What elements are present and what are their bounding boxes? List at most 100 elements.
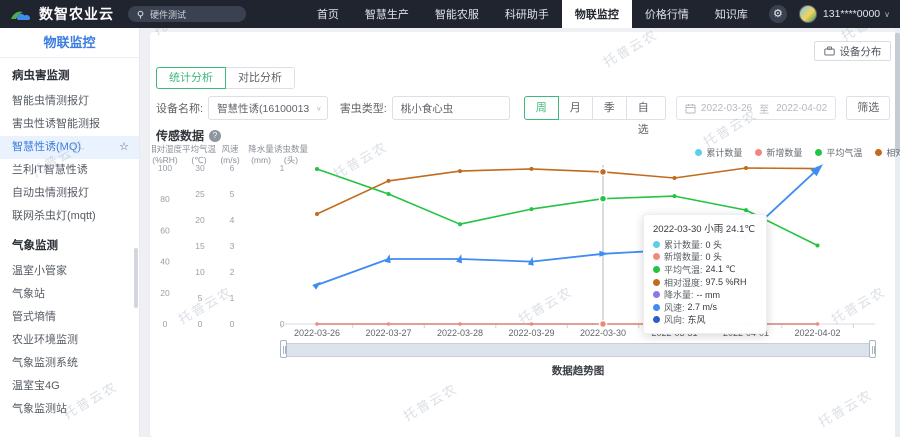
pest-type-input[interactable] — [392, 96, 510, 120]
legend-dot — [815, 149, 822, 156]
nav-item[interactable]: 智能农服 — [422, 0, 492, 28]
tab-statistical-analysis[interactable]: 统计分析 — [156, 67, 226, 89]
search-input[interactable]: 硬件测试 — [128, 6, 246, 22]
period-button[interactable]: 月 — [558, 96, 593, 120]
sidebar-item-label: 害虫性诱智能测报 — [12, 113, 100, 136]
nav-item[interactable]: 智慧生产 — [352, 0, 422, 28]
help-icon[interactable]: ? — [209, 130, 221, 142]
sidebar: 物联监控 病虫害监测智能虫情测报灯害虫性诱智能测报智慧性诱(MQ)☆兰利IT智慧… — [0, 28, 140, 437]
sidebar-item-label: 温室小管家 — [12, 260, 67, 283]
date-range-picker[interactable]: 2022-03-26 至 2022-04-02 — [676, 96, 836, 120]
svg-text:平均气温: 平均气温 — [182, 144, 217, 154]
slider-left-handle[interactable] — [280, 340, 287, 358]
nav-item[interactable]: 科研助手 — [492, 0, 562, 28]
legend-label: 累计数量 — [706, 146, 742, 159]
sidebar-item[interactable]: 气象监测站 — [0, 398, 139, 421]
svg-text:100: 100 — [158, 163, 172, 173]
sidebar-section-header: 气象监测 — [0, 228, 139, 260]
svg-text:2022-03-29: 2022-03-29 — [508, 328, 554, 338]
nav-item[interactable]: 物联监控 — [562, 0, 632, 28]
page-scrollbar-thumb[interactable] — [895, 33, 900, 153]
svg-text:2022-03-30: 2022-03-30 — [580, 328, 626, 338]
svg-text:60: 60 — [160, 225, 170, 235]
view-switch-row: 设备分布数据分析图像列表 — [150, 32, 900, 61]
svg-text:0: 0 — [163, 319, 168, 329]
sidebar-item[interactable]: 气象监测系统 — [0, 352, 139, 375]
nav-item[interactable]: 知识库 — [702, 0, 761, 28]
sensor-trend-chart: 累计数量新增数量平均气温相对湿度降水量风速 相对湿度(%RH)100806040… — [150, 144, 900, 340]
trend-chart-svg[interactable]: 相对湿度(%RH)100806040200平均气温(℃)302520151050… — [152, 144, 886, 340]
sidebar-item[interactable]: 智能虫情测报灯 — [0, 90, 139, 113]
calendar-icon — [685, 103, 696, 114]
svg-text:2022-03-26: 2022-03-26 — [294, 328, 340, 338]
sidebar-item[interactable]: 农业环境监测 — [0, 329, 139, 352]
slider-right-handle[interactable] — [869, 340, 876, 358]
device-select[interactable]: 智慧性诱(16100013 ∨ — [208, 96, 328, 120]
nav-item[interactable]: 价格行情 — [632, 0, 702, 28]
chevron-down-icon[interactable]: ∨ — [884, 10, 890, 19]
nav-item[interactable]: 首页 — [304, 0, 352, 28]
sidebar-item[interactable]: 自动虫情测报灯 — [0, 182, 139, 205]
svg-text:2022-04-02: 2022-04-02 — [794, 328, 840, 338]
svg-text:25: 25 — [195, 189, 205, 199]
page-scrollbar[interactable] — [895, 28, 900, 437]
svg-text:1: 1 — [280, 163, 285, 173]
star-icon[interactable]: ☆ — [119, 136, 129, 159]
sidebar-item-label: 气象监测系统 — [12, 352, 78, 375]
tooltip-row: 平均气温:24.1 ℃ — [653, 263, 757, 276]
svg-text:5: 5 — [198, 293, 203, 303]
legend-item[interactable]: 新增数量 — [755, 146, 802, 159]
view-button-label: 设备分布 — [839, 44, 881, 59]
period-button[interactable]: 周 — [524, 96, 559, 120]
gear-icon[interactable]: ⚙ — [769, 5, 787, 23]
tab-comparative-analysis[interactable]: 对比分析 — [225, 67, 295, 89]
top-nav: 首页智慧生产智能农服科研助手物联监控价格行情知识库 — [304, 0, 761, 28]
sidebar-item[interactable]: 管式墒情 — [0, 306, 139, 329]
date-end: 2022-04-02 — [776, 103, 827, 114]
period-button[interactable]: 自选 — [626, 96, 666, 120]
legend-label: 平均气温 — [826, 146, 862, 159]
main-area: 设备分布数据分析图像列表 统计分析 对比分析 设备名称: 智慧性诱(161000… — [140, 28, 900, 437]
svg-text:6: 6 — [230, 163, 235, 173]
svg-text:80: 80 — [160, 194, 170, 204]
svg-text:0: 0 — [198, 319, 203, 329]
avatar[interactable] — [799, 5, 817, 23]
user-phone[interactable]: 131****0000 — [823, 8, 880, 20]
legend-item[interactable]: 相对湿度 — [875, 146, 900, 159]
sidebar-item[interactable]: 联网杀虫灯(mqtt) — [0, 205, 139, 228]
sidebar-item-label: 智能虫情测报灯 — [12, 90, 89, 113]
sidebar-item-label: 兰利IT智慧性诱 — [12, 159, 88, 182]
legend-item[interactable]: 平均气温 — [815, 146, 862, 159]
slider-track[interactable] — [283, 343, 873, 357]
sidebar-item[interactable]: 温室宝4G — [0, 375, 139, 398]
search-value: 硬件测试 — [150, 8, 186, 21]
period-button[interactable]: 季 — [592, 96, 627, 120]
view-button-inactive[interactable]: 设备分布 — [814, 41, 891, 61]
sidebar-item[interactable]: 温室小管家 — [0, 260, 139, 283]
chart-canvas[interactable]: 相对湿度(%RH)100806040200平均气温(℃)302520151050… — [152, 144, 900, 345]
top-bar-right: ⚙ 131****0000 ∨ — [769, 5, 890, 23]
tooltip-rows: 累计数量:0 头新增数量:0 头平均气温:24.1 ℃相对湿度:97.5 %RH… — [653, 238, 757, 326]
tooltip-row: 相对湿度:97.5 %RH — [653, 276, 757, 289]
svg-text:5: 5 — [230, 189, 235, 199]
chart-legend: 累计数量新增数量平均气温相对湿度降水量风速 — [682, 146, 900, 159]
sidebar-item[interactable]: 智慧性诱(MQ)☆ — [0, 136, 139, 159]
svg-text:10: 10 — [195, 267, 205, 277]
date-separator: 至 — [759, 101, 769, 116]
sidebar-item[interactable]: 气象站 — [0, 283, 139, 306]
app-title: 数智农业云 — [39, 4, 114, 24]
filter-button[interactable]: 筛选 — [846, 96, 890, 120]
sidebar-item-label: 联网杀虫灯(mqtt) — [12, 205, 96, 228]
svg-text:诱虫数量: 诱虫数量 — [274, 144, 309, 154]
sidebar-item[interactable]: 害虫性诱智能测报 — [0, 113, 139, 136]
sidebar-scrollbar[interactable] — [134, 248, 138, 308]
svg-text:40: 40 — [160, 257, 170, 267]
analysis-tabs: 统计分析 对比分析 — [150, 61, 900, 89]
sidebar-item[interactable]: 兰利IT智慧性诱 — [0, 159, 139, 182]
data-zoom-slider[interactable] — [283, 342, 873, 358]
svg-text:3: 3 — [230, 241, 235, 251]
legend-dot — [695, 149, 702, 156]
sidebar-item-label: 自动虫情测报灯 — [12, 182, 89, 205]
tooltip-row: 新增数量:0 头 — [653, 251, 757, 264]
legend-item[interactable]: 累计数量 — [695, 146, 742, 159]
